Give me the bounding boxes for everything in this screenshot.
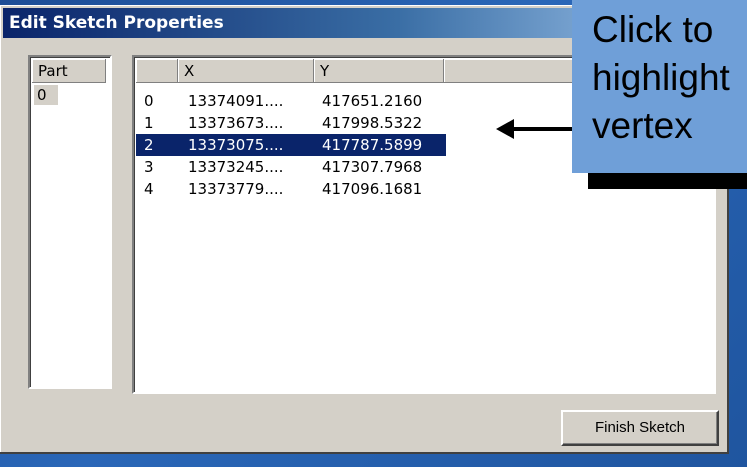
vertex-y: 417096.1681 — [322, 180, 423, 198]
vertex-row-0[interactable]: 0 13374091.... 417651.2160 — [136, 90, 446, 112]
part-item-0[interactable]: 0 — [34, 85, 58, 105]
callout-text: Click to highlight vertex — [592, 9, 730, 146]
arrow-left-icon — [496, 119, 514, 139]
vertex-x: 13373673.... — [188, 114, 284, 132]
y-column-header[interactable]: Y — [314, 59, 444, 83]
vertex-index: 0 — [144, 92, 154, 110]
finish-sketch-button[interactable]: Finish Sketch — [561, 410, 719, 446]
vertex-index: 2 — [144, 136, 154, 154]
part-list[interactable]: Part 0 — [28, 55, 112, 389]
vertex-row-2[interactable]: 2 13373075.... 417787.5899 — [136, 134, 446, 156]
x-column-header[interactable]: X — [178, 59, 314, 83]
vertex-index: 3 — [144, 158, 154, 176]
vertex-index: 4 — [144, 180, 154, 198]
vertex-row-1[interactable]: 1 13373673.... 417998.5322 — [136, 112, 446, 134]
vertex-index: 1 — [144, 114, 154, 132]
vertex-y: 417651.2160 — [322, 92, 423, 110]
vertex-y: 417787.5899 — [322, 136, 423, 154]
vertex-x: 13373779.... — [188, 180, 284, 198]
vertex-y: 417307.7968 — [322, 158, 423, 176]
vertex-y: 417998.5322 — [322, 114, 423, 132]
vertex-row-3[interactable]: 3 13373245.... 417307.7968 — [136, 156, 446, 178]
window-title: Edit Sketch Properties — [9, 13, 224, 33]
part-column-header[interactable]: Part — [32, 59, 106, 83]
vertex-x: 13373245.... — [188, 158, 284, 176]
index-column-header[interactable] — [136, 59, 178, 83]
vertex-x: 13373075.... — [188, 136, 284, 154]
callout-box: Click to highlight vertex — [572, 0, 747, 173]
vertex-row-4[interactable]: 4 13373779.... 417096.1681 — [136, 178, 446, 200]
vertex-x: 13374091.... — [188, 92, 284, 110]
